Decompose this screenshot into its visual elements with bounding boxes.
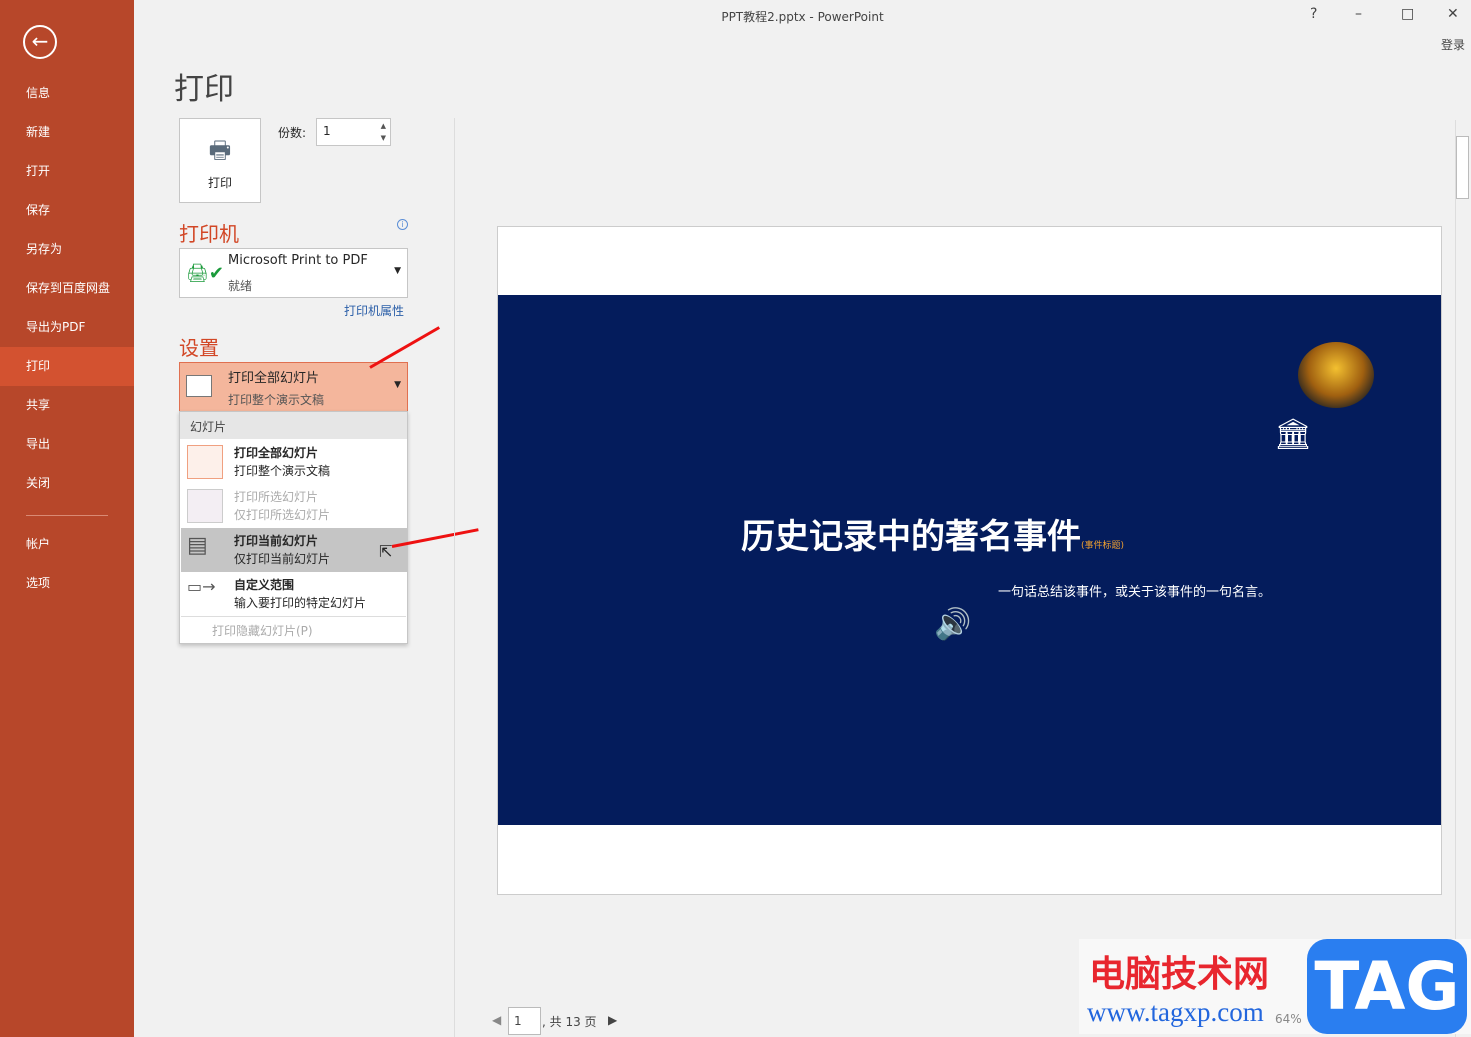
prev-page-icon[interactable]: ◀	[492, 1013, 501, 1027]
page-title: 打印	[174, 72, 234, 107]
page-total: , 共 13 页	[542, 1015, 597, 1029]
copies-stepper[interactable]: 1 ▲ ▼	[316, 118, 391, 146]
sidebar-item-export[interactable]: 导出	[0, 425, 134, 464]
scrollbar-thumb[interactable]	[1456, 136, 1469, 199]
settings-heading: 设置	[179, 336, 219, 360]
slides-stack-icon	[186, 375, 212, 397]
watermark-cn: 电脑技术网	[1089, 954, 1270, 995]
printer-heading: 打印机	[179, 222, 239, 246]
range-dropdown-menu: 幻灯片 打印全部幻灯片 打印整个演示文稿 打印所选幻灯片 仅打印所选幻灯片 ▤ …	[179, 411, 408, 644]
item-title: 打印所选幻灯片	[234, 490, 319, 504]
watermark-url: www.tagxp.com	[1087, 997, 1264, 1027]
sidebar-item-close[interactable]: 关闭	[0, 464, 134, 503]
item-subtitle: 输入要打印的特定幻灯片	[234, 596, 367, 610]
printer-name: Microsoft Print to PDF	[228, 253, 368, 268]
sidebar-item-export-pdf[interactable]: 导出为PDF	[0, 308, 134, 347]
menu-item-print-current[interactable]: ▤ 打印当前幻灯片 仅打印当前幻灯片 ⇱	[181, 528, 407, 572]
menu-header: 幻灯片	[180, 412, 407, 439]
sidebar-item-account[interactable]: 帐户	[0, 525, 134, 564]
custom-range-icon: ▭→	[187, 577, 216, 596]
slide-title-tag: (事件标题)	[1081, 541, 1125, 551]
sidebar-item-print[interactable]: 打印	[0, 347, 134, 386]
item-title: 打印全部幻灯片	[234, 446, 319, 460]
selection-icon	[187, 489, 223, 523]
minimize-button[interactable]: –	[1355, 6, 1362, 22]
sidebar-item-new[interactable]: 新建	[0, 113, 134, 152]
close-button[interactable]: ✕	[1447, 6, 1459, 22]
divider	[454, 118, 455, 1037]
menu-item-print-selection[interactable]: 打印所选幻灯片 仅打印所选幻灯片	[181, 484, 407, 528]
backstage-sidebar: ← 信息 新建 打开 保存 另存为 保存到百度网盘 导出为PDF 打印 共享 导…	[0, 0, 134, 1037]
print-button[interactable]: 🖶 打印	[179, 118, 261, 203]
item-subtitle: 打印整个演示文稿	[234, 464, 331, 478]
slide-preview: 🏛 历史记录中的著名事件(事件标题) 一句话总结该事件，或关于该事件的一句名言。…	[498, 295, 1441, 825]
mouse-cursor-icon: ⇱	[379, 542, 393, 561]
print-button-label: 打印	[207, 176, 232, 190]
info-icon[interactable]: i	[397, 219, 408, 230]
printer-status: 就绪	[228, 279, 253, 293]
vertical-scrollbar[interactable]	[1455, 120, 1470, 1037]
menu-item-print-all[interactable]: 打印全部幻灯片 打印整个演示文稿	[181, 440, 407, 484]
printer-ready-icon: 🖨✔	[186, 263, 224, 284]
print-preview-page: 🏛 历史记录中的著名事件(事件标题) 一句话总结该事件，或关于该事件的一句名言。…	[497, 226, 1442, 895]
next-page-icon[interactable]: ▶	[608, 1013, 617, 1027]
chevron-down-icon: ▼	[394, 266, 401, 276]
item-title: 打印当前幻灯片	[234, 534, 319, 548]
autumn-leaf-image	[1298, 342, 1374, 408]
zoom-level[interactable]: 64%	[1274, 1012, 1303, 1026]
print-hidden-slides-option[interactable]: 打印隐藏幻灯片(P)	[212, 622, 313, 639]
back-button[interactable]: ←	[23, 25, 57, 59]
slide-title-text: 历史记录中的著名事件	[741, 517, 1081, 557]
help-button[interactable]: ?	[1310, 6, 1317, 22]
spin-arrows-icon[interactable]: ▲ ▼	[381, 120, 386, 144]
printer-properties-link[interactable]: 打印机属性	[344, 302, 404, 319]
divider	[26, 515, 108, 516]
printer-icon: 🖶	[208, 136, 232, 164]
printer-select[interactable]: 🖨✔ Microsoft Print to PDF 就绪 ▼	[179, 248, 408, 298]
item-subtitle: 仅打印当前幻灯片	[234, 552, 331, 566]
login-link[interactable]: 登录	[1441, 36, 1465, 53]
selected-range-title: 打印全部幻灯片	[228, 371, 320, 386]
sidebar-item-open[interactable]: 打开	[0, 152, 134, 191]
slides-stack-icon	[187, 445, 223, 479]
divider	[181, 616, 406, 617]
item-title: 自定义范围	[234, 578, 295, 592]
chevron-down-icon: ▼	[394, 380, 401, 390]
copies-label: 份数:	[278, 126, 307, 140]
sidebar-item-save[interactable]: 保存	[0, 191, 134, 230]
sidebar-item-save-baidu[interactable]: 保存到百度网盘	[0, 269, 134, 308]
sidebar-item-share[interactable]: 共享	[0, 386, 134, 425]
slide-title: 历史记录中的著名事件(事件标题)	[741, 509, 1124, 558]
sidebar-item-save-as[interactable]: 另存为	[0, 230, 134, 269]
item-subtitle: 仅打印所选幻灯片	[234, 508, 331, 522]
current-slide-icon: ▤	[187, 533, 208, 558]
slide-subtitle: 一句话总结该事件，或关于该事件的一句名言。	[998, 585, 1272, 600]
copies-value: 1	[323, 124, 331, 138]
window-title: PPT教程2.pptx - PowerPoint	[721, 10, 884, 24]
column-icon: 🏛	[1274, 417, 1313, 452]
speaker-icon: 🔊	[934, 607, 972, 642]
sidebar-item-options[interactable]: 选项	[0, 564, 134, 603]
watermark-tag: TAG	[1307, 939, 1467, 1034]
sidebar-item-info[interactable]: 信息	[0, 74, 134, 113]
slides-range-select[interactable]: 打印全部幻灯片 打印整个演示文稿 ▼	[179, 362, 408, 412]
menu-item-custom-range[interactable]: ▭→ 自定义范围 输入要打印的特定幻灯片	[181, 572, 407, 616]
selected-range-sub: 打印整个演示文稿	[228, 393, 325, 407]
page-number-input[interactable]: 1	[508, 1007, 541, 1035]
maximize-button[interactable]: □	[1401, 6, 1414, 22]
